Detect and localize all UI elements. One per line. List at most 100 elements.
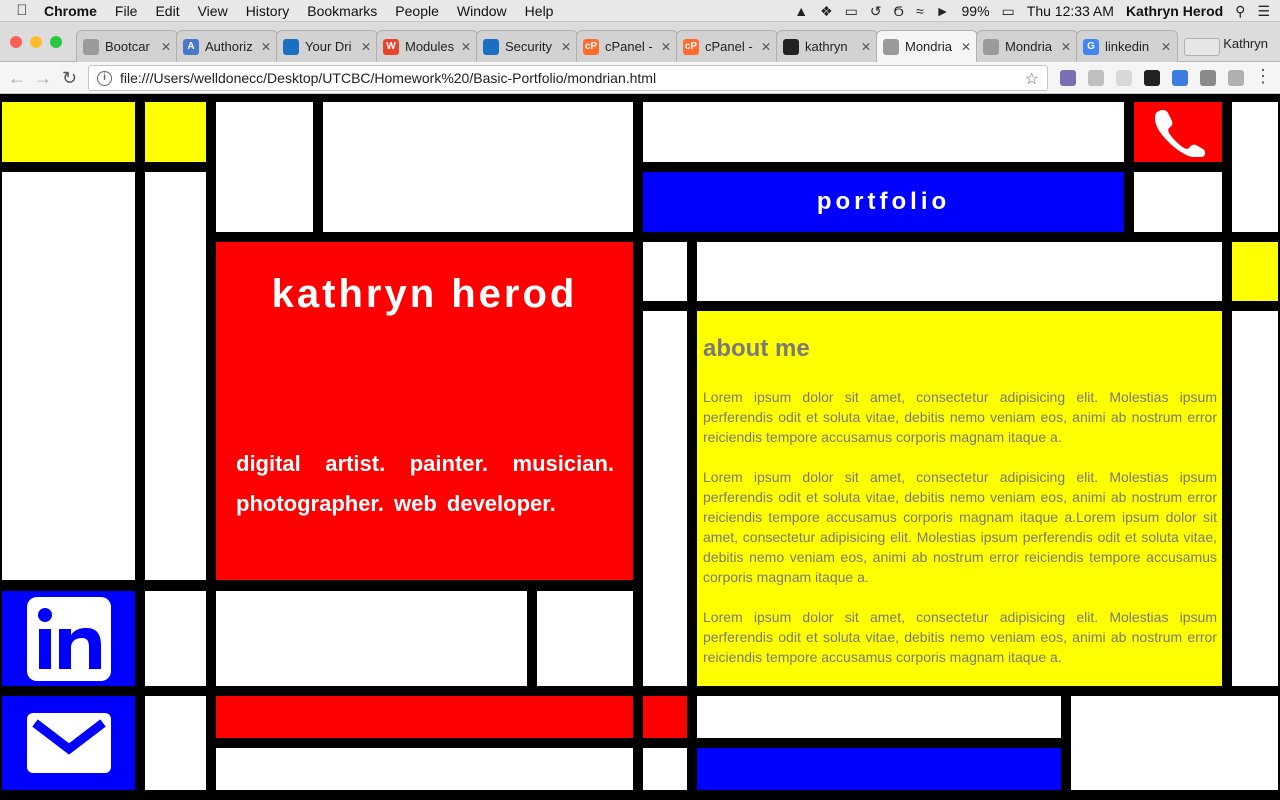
browser-tab[interactable]: cP cPanel - ✕ (676, 30, 778, 62)
browser-tab[interactable]: Mondria ✕ (976, 30, 1078, 62)
extension-icon[interactable] (1172, 70, 1188, 86)
white-block (643, 102, 1124, 162)
extension-icon[interactable] (1200, 70, 1216, 86)
close-tab-icon[interactable]: ✕ (461, 40, 471, 54)
phone-icon (1155, 110, 1206, 157)
battery-icon[interactable]: ▭ (1002, 3, 1015, 20)
white-block (1071, 696, 1278, 790)
about-title: about me (703, 335, 810, 362)
browser-tab[interactable]: Security ✕ (476, 30, 578, 62)
yellow-block (1232, 242, 1278, 301)
page-title: kathryn herod (271, 272, 578, 316)
menu-view[interactable]: View (198, 3, 228, 19)
battery-percent[interactable]: 99% (962, 3, 990, 19)
bluetooth-icon[interactable]: Ϭ (894, 3, 904, 19)
menu-window[interactable]: Window (457, 3, 507, 19)
document-icon (83, 38, 99, 55)
yellow-block (2, 102, 135, 162)
dropbox-icon[interactable]: ❖ (820, 3, 833, 20)
menu-file[interactable]: File (115, 3, 138, 19)
forward-arrow-icon[interactable]: → (34, 68, 52, 89)
browser-tab[interactable]: Bootcar ✕ (76, 30, 178, 62)
close-tab-icon[interactable]: ✕ (561, 40, 571, 54)
phone-link[interactable] (1134, 102, 1222, 162)
new-tab-button[interactable] (1184, 38, 1220, 56)
info-icon[interactable]: i (97, 70, 112, 86)
drive-extension-icon[interactable] (1088, 70, 1104, 86)
red-block (216, 696, 633, 738)
menu-app-name[interactable]: Chrome (44, 3, 97, 19)
spotlight-icon[interactable]: ⚲ (1235, 3, 1245, 20)
tab-label: linkedin (1105, 39, 1150, 54)
about-paragraph: Lorem ipsum dolor sit amet, consectetur … (703, 469, 1217, 585)
white-block (216, 748, 633, 790)
linkedin-link[interactable] (2, 591, 135, 686)
time-machine-icon[interactable]: ↺ (870, 3, 882, 20)
close-tab-icon[interactable]: ✕ (861, 40, 871, 54)
menu-people[interactable]: People (395, 3, 439, 19)
tab-label: Modules (405, 39, 455, 54)
menu-history[interactable]: History (246, 3, 290, 19)
browser-tab[interactable]: Glinkedin ✕ (1076, 30, 1178, 62)
reload-icon[interactable]: ↻ (62, 68, 77, 89)
drive-icon[interactable]: ▲ (794, 3, 808, 19)
menu-edit[interactable]: Edit (155, 3, 179, 19)
close-tab-icon[interactable]: ✕ (961, 40, 971, 54)
close-tab-icon[interactable]: ✕ (161, 40, 171, 54)
user-name[interactable]: Kathryn Herod (1126, 3, 1223, 19)
tab-label: cPanel - (705, 39, 753, 54)
tab-label: Your Dri (305, 39, 352, 54)
close-tab-icon[interactable]: ✕ (261, 40, 271, 54)
macos-menu-bar:  Chrome File Edit View History Bookmark… (0, 0, 1280, 22)
tab-label: kathryn (805, 39, 848, 54)
browser-tab[interactable]: Mondria ✕ (876, 30, 978, 62)
close-tab-icon[interactable]: ✕ (661, 40, 671, 54)
tab-label: Bootcar (105, 39, 150, 54)
cpanel-icon: cP (583, 38, 599, 55)
menu-help[interactable]: Help (525, 3, 554, 19)
back-arrow-icon[interactable]: ← (8, 68, 26, 89)
document-icon (983, 38, 999, 55)
clock[interactable]: Thu 12:33 AM (1027, 3, 1114, 19)
wifi-icon[interactable]: ≈ (916, 3, 924, 19)
address-url[interactable]: file:///Users/welldonecc/Desktop/UTCBC/H… (120, 70, 656, 86)
white-block (323, 102, 633, 232)
apple-menu-icon[interactable]:  (0, 2, 44, 19)
browser-tab[interactable]: A Authoriz ✕ (176, 30, 278, 62)
browser-tab[interactable]: cP cPanel - ✕ (576, 30, 678, 62)
app-icon: A (183, 38, 199, 55)
w-icon: W (383, 38, 399, 55)
extension-icon[interactable] (1228, 70, 1244, 86)
browser-tab[interactable]: kathryn ✕ (776, 30, 878, 62)
address-bar[interactable]: i file:///Users/welldonecc/Desktop/UTCBC… (88, 65, 1048, 91)
portfolio-link[interactable]: portfolio (643, 172, 1124, 232)
close-tab-icon[interactable]: ✕ (761, 40, 771, 54)
profile-name[interactable]: Kathryn (1223, 36, 1268, 51)
close-tab-icon[interactable]: ✕ (1161, 40, 1171, 54)
mondrian-page: kathryn herod digital artist. painter. m… (0, 95, 1280, 800)
browser-tab[interactable]: Your Dri ✕ (276, 30, 378, 62)
zoom-window-button[interactable] (50, 36, 62, 48)
bookmark-star-icon[interactable]: ☆ (1025, 69, 1039, 89)
white-block (216, 102, 313, 232)
close-tab-icon[interactable]: ✕ (1061, 40, 1071, 54)
notification-center-icon[interactable]: ☰ (1257, 3, 1270, 20)
extension-icon[interactable] (1116, 70, 1132, 86)
extension-icon[interactable] (1060, 70, 1076, 86)
email-link[interactable] (2, 696, 135, 790)
close-tab-icon[interactable]: ✕ (361, 40, 371, 54)
drupal-icon (483, 38, 499, 55)
evernote-extension-icon[interactable] (1144, 70, 1160, 86)
airplay-icon[interactable]: ▭ (845, 3, 858, 20)
menu-bookmarks[interactable]: Bookmarks (307, 3, 377, 19)
close-window-button[interactable] (10, 36, 22, 48)
menu-icon[interactable]: ⋮ (1254, 66, 1272, 87)
document-icon (883, 38, 899, 55)
volume-icon[interactable]: ► (936, 3, 950, 19)
minimize-window-button[interactable] (30, 36, 42, 48)
white-block (537, 591, 633, 686)
github-icon (783, 38, 799, 55)
white-block (145, 172, 206, 580)
browser-tab[interactable]: W Modules ✕ (376, 30, 478, 62)
status-area: ▲ ❖ ▭ ↺ Ϭ ≈ ► 99% ▭ Thu 12:33 AM Kathryn… (794, 0, 1270, 22)
